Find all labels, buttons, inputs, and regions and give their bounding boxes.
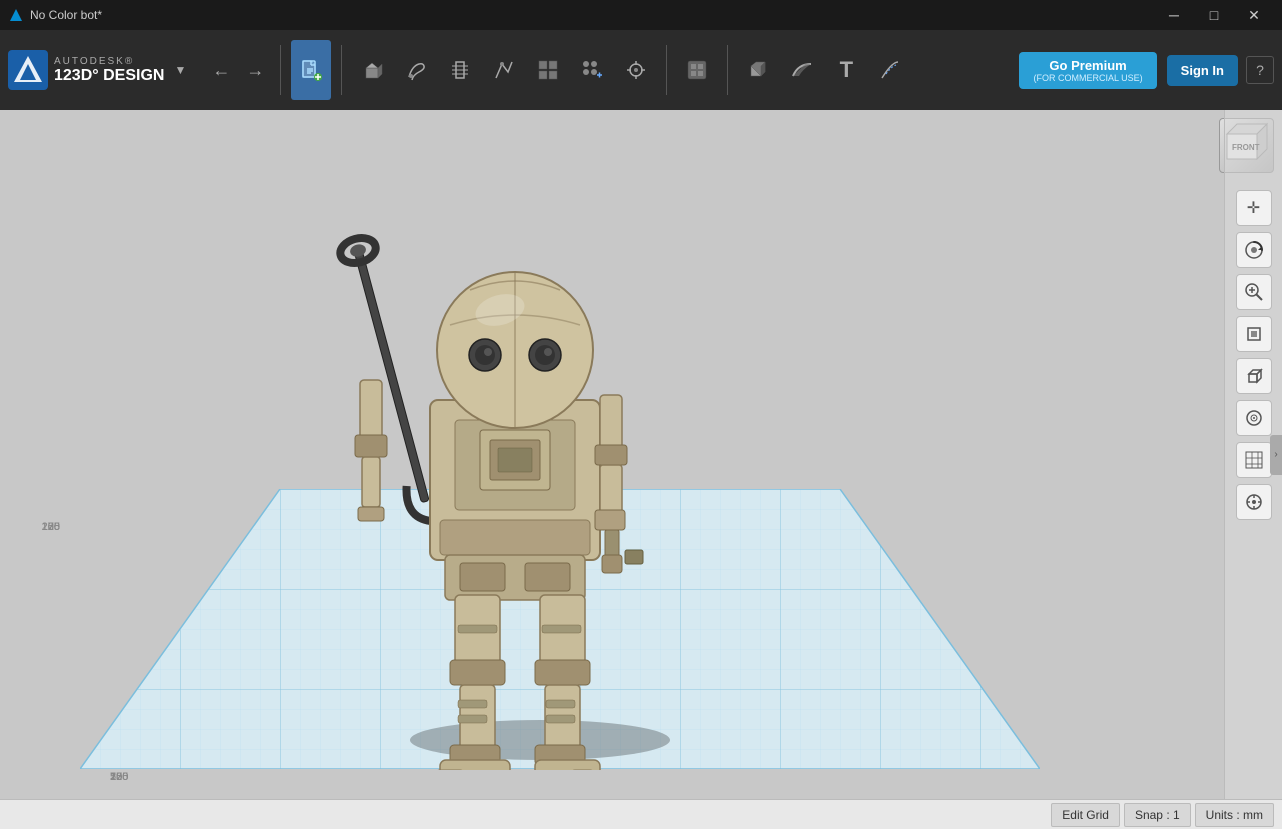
y-label-150: 150 <box>42 521 60 533</box>
app-icon <box>8 7 24 23</box>
premium-label: Go Premium <box>1049 58 1126 73</box>
logo-text: AUTODESK® 123D° DESIGN <box>54 56 164 85</box>
y-label-50: 50 <box>48 521 60 533</box>
perspective-icon <box>1244 366 1264 386</box>
measure-button[interactable] <box>870 40 910 100</box>
snap-icon <box>624 58 648 82</box>
group-button[interactable] <box>528 40 568 100</box>
text-button[interactable]: T <box>826 40 866 100</box>
construct-button[interactable] <box>440 40 480 100</box>
sketch-icon <box>404 58 428 82</box>
primitives-icon <box>360 58 384 82</box>
view-mode-tool[interactable] <box>1236 400 1272 436</box>
edit-grid-button[interactable]: Edit Grid <box>1051 803 1120 827</box>
premium-sublabel: (FOR COMMERCIAL USE) <box>1033 73 1142 83</box>
panel-expand-button[interactable]: › <box>1270 435 1282 475</box>
modify-icon <box>492 58 516 82</box>
title-bar-left: No Color bot* <box>8 7 102 23</box>
signin-button[interactable]: Sign In <box>1167 55 1238 86</box>
window-title: No Color bot* <box>30 8 102 22</box>
material-button[interactable] <box>677 40 717 100</box>
zoom-tool[interactable] <box>1236 274 1272 310</box>
group-icon <box>536 58 560 82</box>
snap-view-icon <box>1244 492 1264 512</box>
modify-button[interactable] <box>484 40 524 100</box>
axis-label-25: 25 <box>110 771 122 783</box>
grid-icon <box>1244 450 1264 470</box>
close-button[interactable]: ✕ <box>1234 0 1274 30</box>
toolbar-separator-4 <box>727 45 728 95</box>
axis-label-125: 125 <box>110 771 128 783</box>
measure-icon <box>878 58 902 82</box>
solid-icon <box>746 58 770 82</box>
orbit-tool[interactable] <box>1236 232 1272 268</box>
sketch-button[interactable] <box>396 40 436 100</box>
toolbar-separator-2 <box>341 45 342 95</box>
new-tool-button[interactable] <box>291 40 331 100</box>
orbit-icon <box>1244 240 1264 260</box>
solid-button[interactable] <box>738 40 778 100</box>
minimize-button[interactable]: ─ <box>1154 0 1194 30</box>
y-label-25: 25 <box>48 521 60 533</box>
grid-tool[interactable] <box>1236 442 1272 478</box>
perspective-tool[interactable] <box>1236 358 1272 394</box>
zoom-icon <box>1244 282 1264 302</box>
maximize-button[interactable]: □ <box>1194 0 1234 30</box>
forward-button[interactable]: → <box>240 55 270 85</box>
primitives-button[interactable] <box>352 40 392 100</box>
logo-dropdown-icon[interactable]: ▼ <box>170 63 190 77</box>
axis-label-50: 50 <box>110 771 122 783</box>
robot-model <box>260 180 780 770</box>
toolbar-separator-1 <box>280 45 281 95</box>
autodesk-label: AUTODESK® <box>54 56 164 67</box>
fit-tool[interactable] <box>1236 316 1272 352</box>
new-icon <box>299 58 323 82</box>
window-controls: ─ □ ✕ <box>1154 0 1274 30</box>
snap-button[interactable] <box>616 40 656 100</box>
material-icon <box>685 58 709 82</box>
title-bar: No Color bot* ─ □ ✕ <box>0 0 1282 30</box>
logo-area: AUTODESK® 123D° DESIGN ▼ <box>8 50 190 90</box>
axis-label-175: 175 <box>110 771 128 783</box>
construct-icon <box>448 58 472 82</box>
axis-label-150: 150 <box>110 771 128 783</box>
main-viewport[interactable]: 25 50 75 100 125 150 175 200 200 175 150… <box>0 110 1282 799</box>
axis-label-200: 200 <box>110 771 128 783</box>
units-button[interactable]: Units : mm <box>1195 803 1274 827</box>
pattern-icon <box>580 58 604 82</box>
help-button[interactable]: ? <box>1246 56 1274 84</box>
y-label-175: 175 <box>42 521 60 533</box>
surface-button[interactable] <box>782 40 822 100</box>
text-icon: T <box>840 57 853 83</box>
y-label-125: 125 <box>42 521 60 533</box>
status-bar: Edit Grid Snap : 1 Units : mm <box>0 799 1282 829</box>
fit-icon <box>1244 324 1264 344</box>
autodesk-logo <box>8 50 48 90</box>
y-label-200: 200 <box>42 521 60 533</box>
view-mode-icon <box>1244 408 1264 428</box>
snap-view-tool[interactable] <box>1236 484 1272 520</box>
premium-button[interactable]: Go Premium (FOR COMMERCIAL USE) <box>1019 52 1156 89</box>
product-label: 123D° DESIGN <box>54 67 164 85</box>
toolbar: AUTODESK® 123D° DESIGN ▼ ← → <box>0 30 1282 110</box>
toolbar-separator-3 <box>666 45 667 95</box>
y-label-100: 100 <box>42 521 60 533</box>
axis-label-100: 100 <box>110 771 128 783</box>
axis-label-75: 75 <box>110 771 122 783</box>
nav-buttons: ← → <box>206 55 270 85</box>
snap-button-status[interactable]: Snap : 1 <box>1124 803 1191 827</box>
pattern-button[interactable] <box>572 40 612 100</box>
surface-icon <box>790 58 814 82</box>
back-button[interactable]: ← <box>206 55 236 85</box>
y-label-75: 75 <box>48 521 60 533</box>
pan-tool[interactable]: ✛ <box>1236 190 1272 226</box>
